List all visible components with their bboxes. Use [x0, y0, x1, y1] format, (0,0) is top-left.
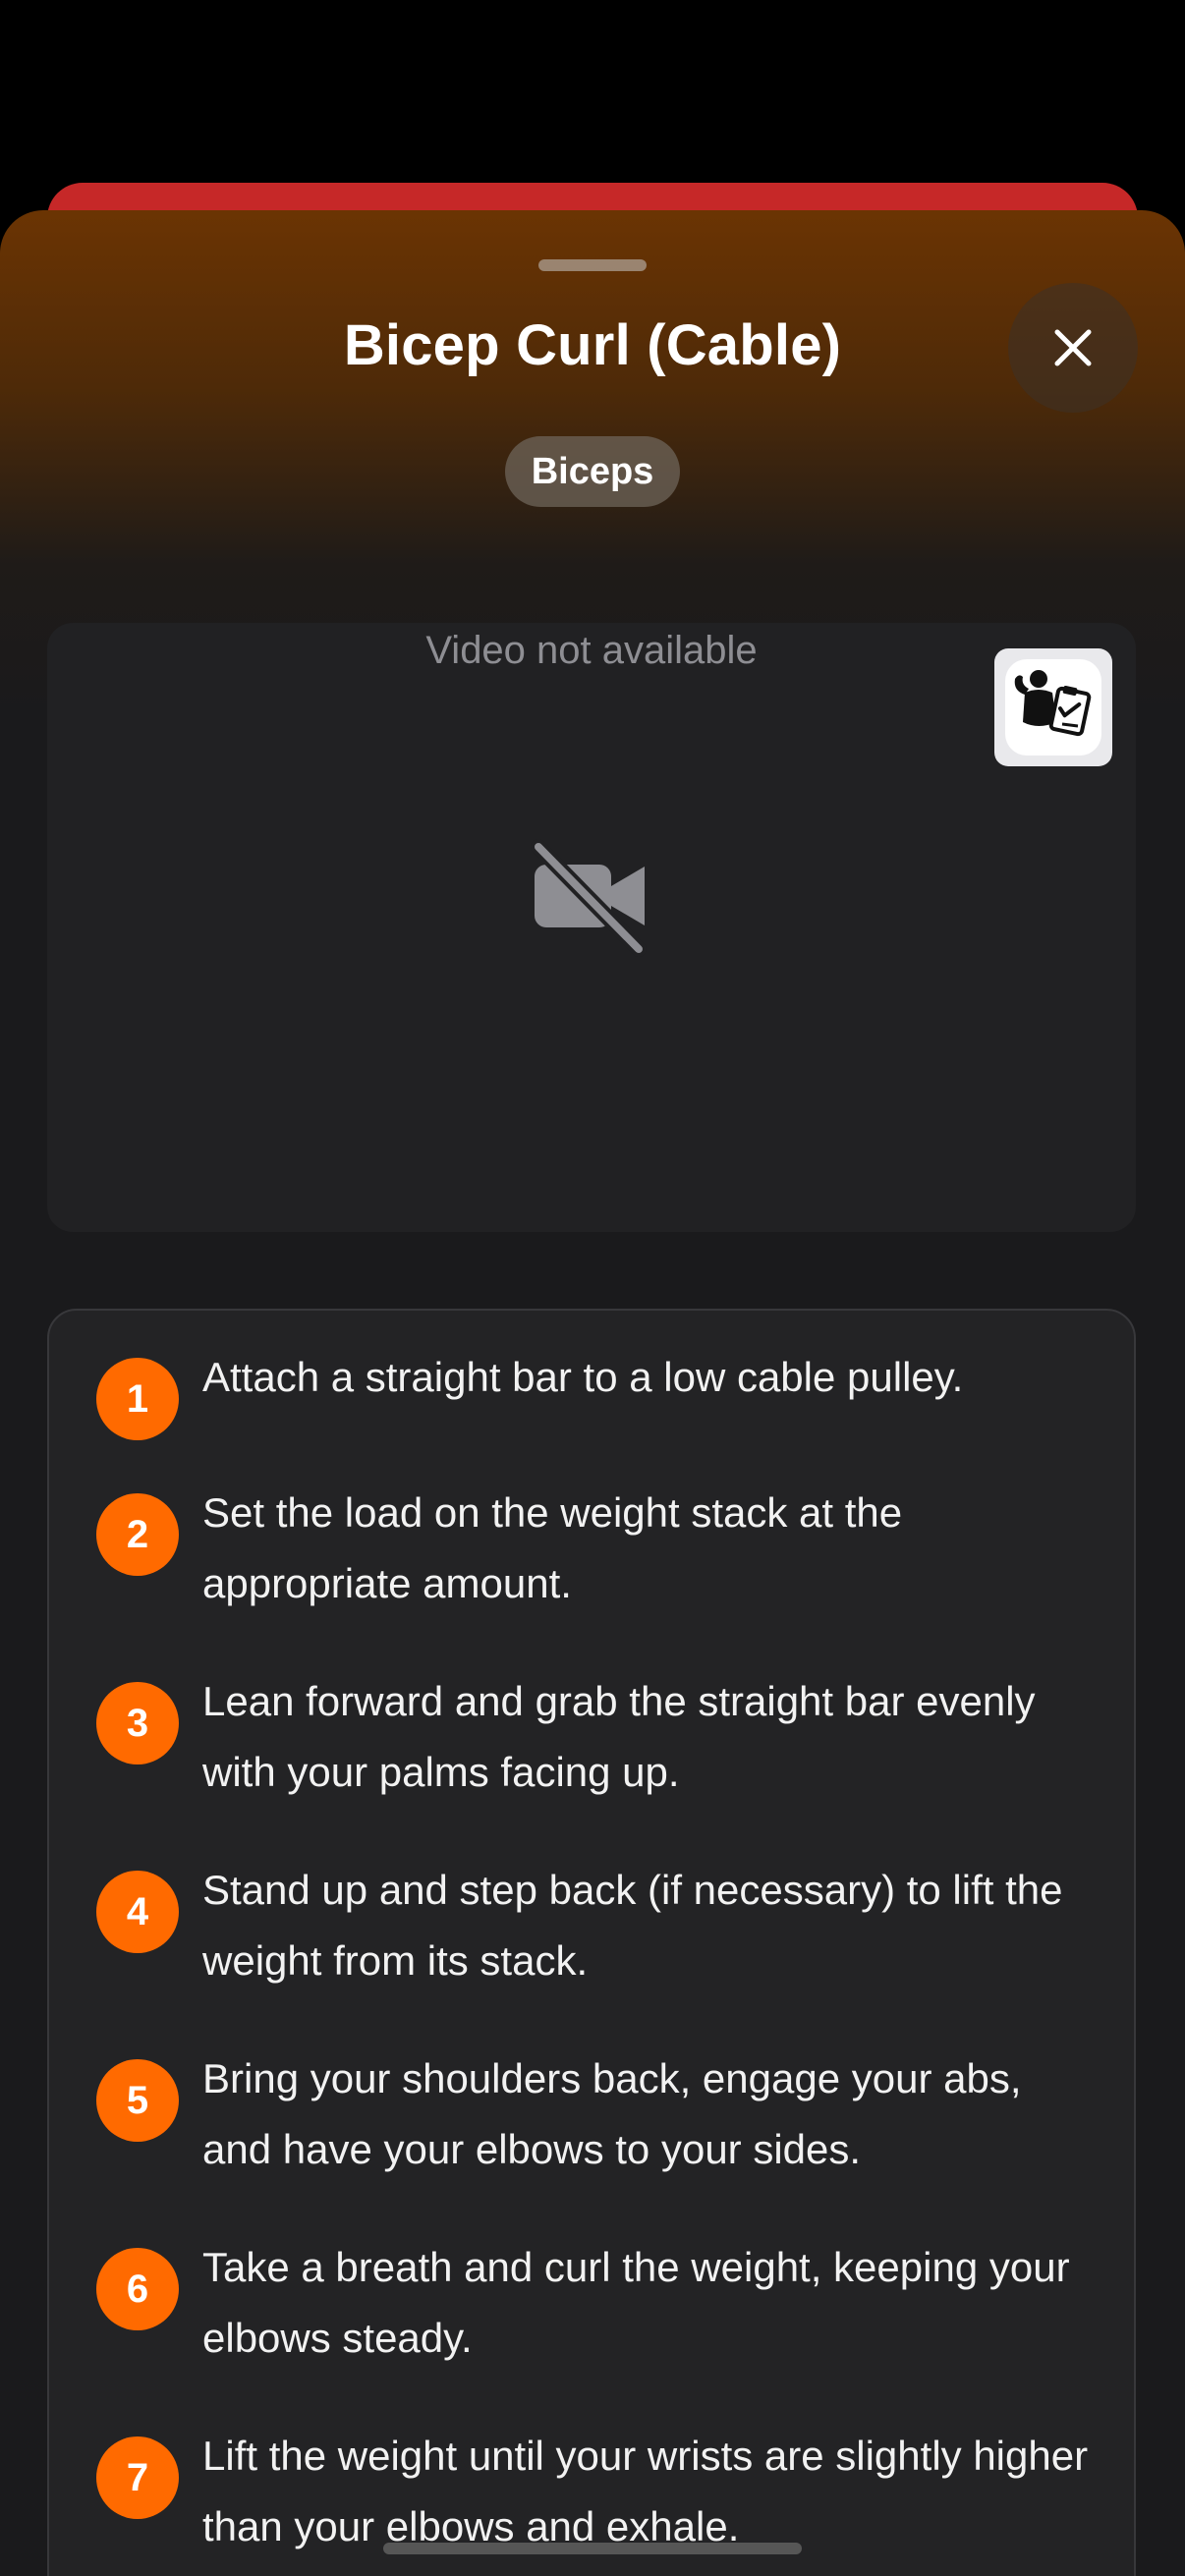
- step-number-badge: 1: [96, 1358, 179, 1440]
- close-button[interactable]: [1008, 283, 1138, 413]
- muscle-group-chip: Biceps: [505, 436, 680, 507]
- close-icon: [1051, 326, 1095, 369]
- sheet-grabber[interactable]: [538, 259, 647, 271]
- step-text: Lift the weight until your wrists are sl…: [202, 2433, 1089, 2549]
- home-indicator: [383, 2543, 802, 2554]
- step-number-badge: 2: [96, 1493, 179, 1576]
- step-number-badge: 6: [96, 2248, 179, 2330]
- step-text: Set the load on the weight stack at the …: [202, 1489, 903, 1606]
- step-text: Lean forward and grab the straight bar e…: [202, 1678, 1036, 1795]
- muscle-man-clipboard-icon: [1009, 661, 1098, 755]
- instructions-card: 1 Attach a straight bar to a low cable p…: [47, 1309, 1136, 2576]
- step-number-badge: 7: [96, 2436, 179, 2519]
- video-off-icon: [529, 839, 654, 962]
- exercise-detail-sheet: Bicep Curl (Cable) Biceps Video not avai…: [0, 210, 1185, 2576]
- step-number-badge: 4: [96, 1871, 179, 1953]
- screen: Bicep Curl (Cable) Biceps Video not avai…: [0, 0, 1185, 2576]
- step-text: Take a breath and curl the weight, keepi…: [202, 2244, 1070, 2361]
- video-unavailable-text: Video not available: [425, 629, 758, 672]
- step-number-badge: 5: [96, 2059, 179, 2142]
- video-player: Video not available: [47, 623, 1136, 1232]
- step-text: Bring your shoulders back, engage your a…: [202, 2055, 1022, 2172]
- step-number-badge: 3: [96, 1682, 179, 1764]
- step-text: Stand up and step back (if necessary) to…: [202, 1867, 1063, 1984]
- step-text: Attach a straight bar to a low cable pul…: [202, 1354, 964, 1400]
- exercise-title: Bicep Curl (Cable): [343, 313, 842, 377]
